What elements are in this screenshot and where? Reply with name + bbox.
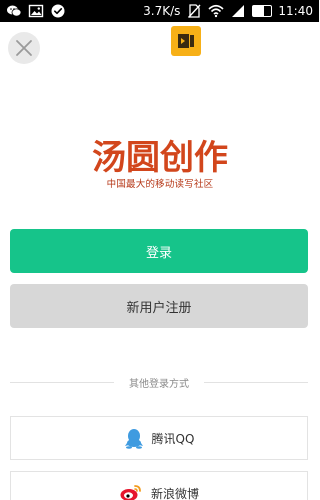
login-screen: 3.7K/s 59 11:40 汤圆创作 中国最大的移动读写社区 登录 新用户注… bbox=[0, 0, 319, 500]
close-button[interactable] bbox=[8, 32, 40, 64]
logo: 汤圆创作 中国最大的移动读写社区 bbox=[84, 139, 236, 191]
qq-login-button[interactable]: 腾讯QQ bbox=[10, 416, 308, 460]
logo-title: 汤圆创作 bbox=[92, 138, 228, 178]
wifi-icon bbox=[208, 3, 224, 19]
battery-level-text: 59 bbox=[257, 6, 268, 15]
check-circle-icon bbox=[50, 3, 66, 19]
login-button-label: 登录 bbox=[145, 245, 172, 261]
battery-icon: 59 bbox=[252, 5, 273, 17]
no-sim-icon bbox=[186, 3, 202, 19]
qq-login-label: 腾讯QQ bbox=[151, 431, 195, 446]
logo-subtitle: 中国最大的移动读写社区 bbox=[106, 179, 214, 190]
weibo-icon bbox=[120, 485, 141, 500]
weibo-login-button[interactable]: 新浪微博 bbox=[10, 471, 308, 500]
other-login-divider: 其他登录方式 bbox=[10, 373, 308, 393]
weibo-login-label: 新浪微博 bbox=[150, 486, 199, 500]
app-badge bbox=[171, 26, 201, 56]
register-button-label: 新用户注册 bbox=[126, 300, 192, 316]
divider-line-right bbox=[204, 382, 308, 383]
status-bar: 3.7K/s 59 11:40 bbox=[0, 0, 319, 22]
status-bar-right: 3.7K/s 59 11:40 bbox=[143, 3, 313, 19]
close-icon bbox=[16, 40, 32, 56]
network-speed: 3.7K/s bbox=[143, 4, 181, 18]
signal-icon bbox=[230, 3, 246, 19]
status-bar-left bbox=[6, 3, 66, 19]
app-badge-icon bbox=[178, 34, 194, 48]
qq-icon bbox=[124, 429, 143, 449]
image-icon bbox=[28, 3, 44, 19]
clock: 11:40 bbox=[278, 4, 313, 18]
login-button[interactable]: 登录 bbox=[10, 229, 308, 273]
wechat-icon bbox=[6, 3, 22, 19]
register-button[interactable]: 新用户注册 bbox=[10, 284, 308, 328]
